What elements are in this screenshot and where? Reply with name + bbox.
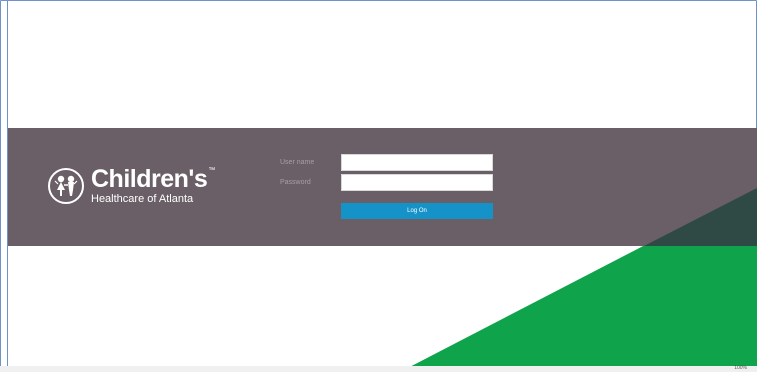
password-input[interactable] <box>341 174 493 191</box>
trademark-symbol: ™ <box>208 167 216 174</box>
zoom-level[interactable]: 100% <box>734 365 747 371</box>
browser-status-bar <box>0 366 757 372</box>
logo-wordmark: Children's™ Healthcare of Atlanta <box>91 167 215 205</box>
brand-name: Children's <box>91 165 208 193</box>
username-label: User name <box>280 159 315 166</box>
log-on-button-label: Log On <box>407 208 427 214</box>
children-figures-icon <box>48 168 84 204</box>
brand-subtitle: Healthcare of Atlanta <box>91 193 194 205</box>
password-label: Password <box>280 179 311 186</box>
username-input[interactable] <box>341 154 493 171</box>
log-on-button[interactable]: Log On <box>341 203 493 219</box>
childrens-logo: Children's™ Healthcare of Atlanta <box>48 161 215 211</box>
